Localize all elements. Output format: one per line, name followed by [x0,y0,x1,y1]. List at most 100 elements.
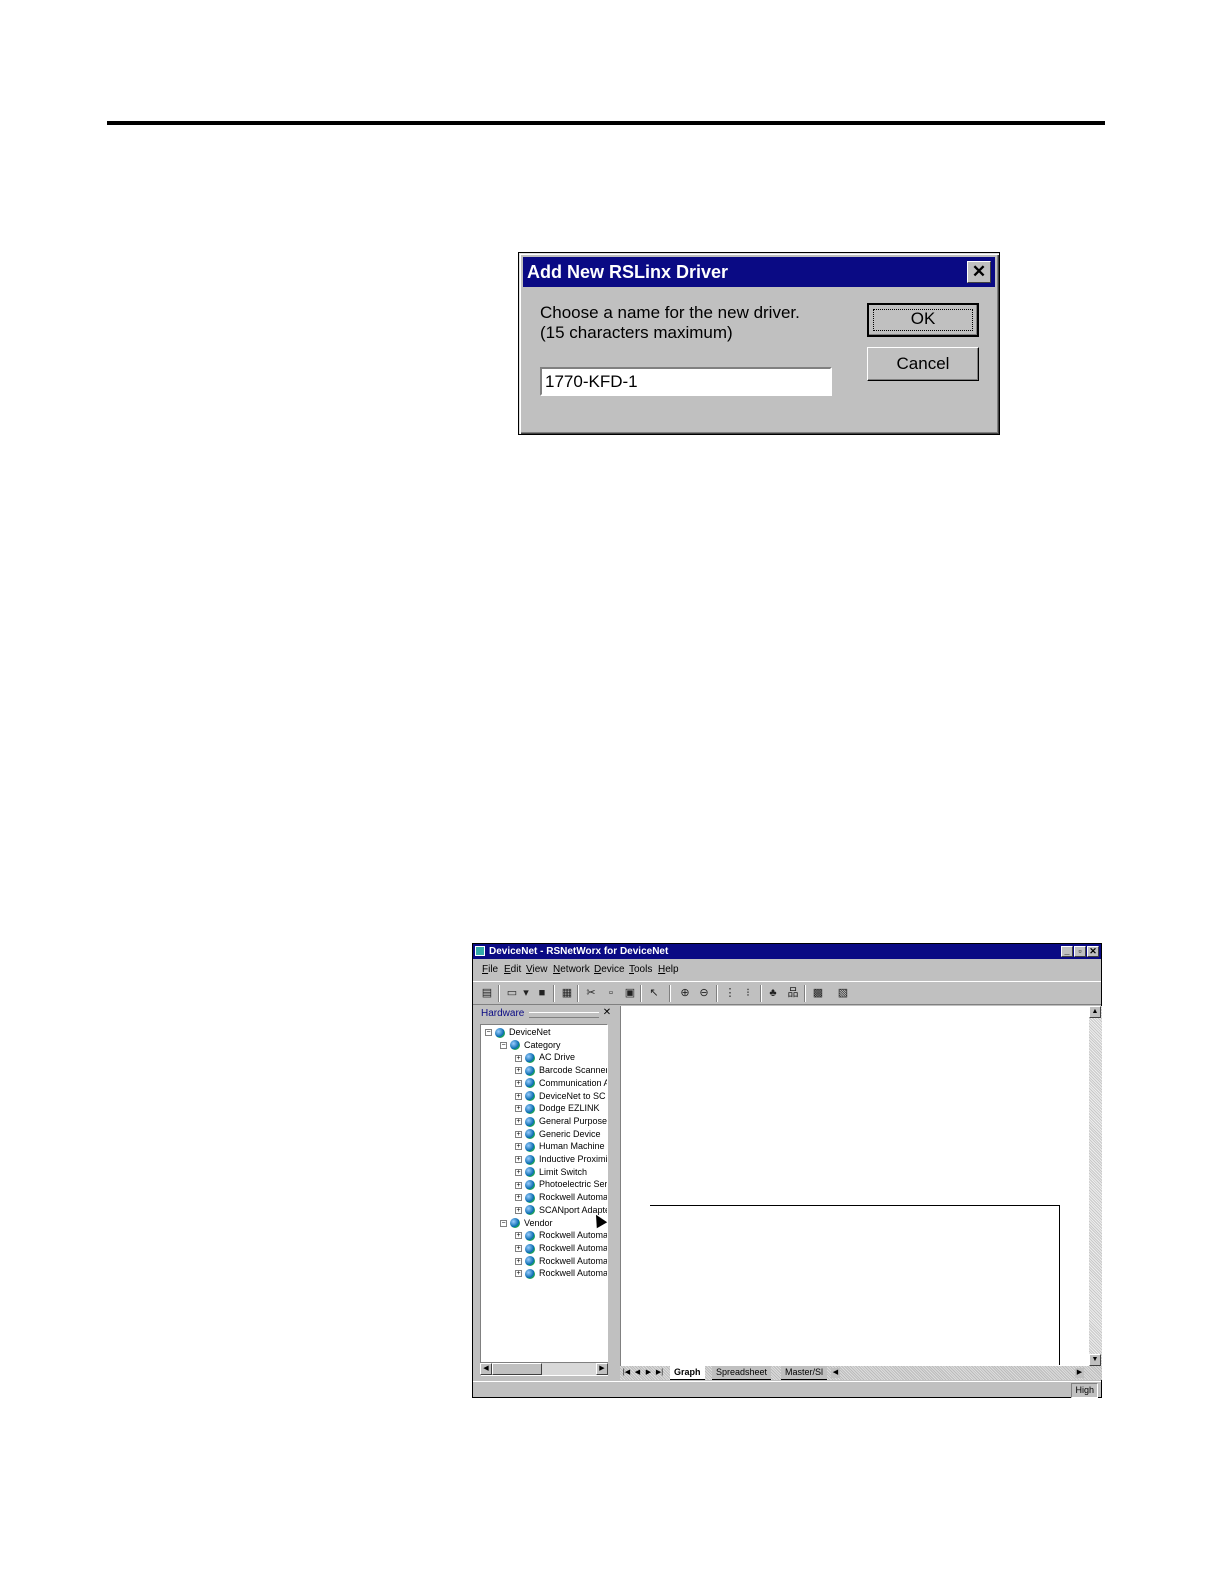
single-pass-browse-icon[interactable]: ⋮ [723,987,737,1000]
toolbar-separator [577,985,579,1002]
expand-icon[interactable]: + [515,1232,522,1240]
expand-icon[interactable]: + [515,1079,522,1087]
tree-item[interactable]: + Rockwell Automa [515,1267,607,1279]
scroll-thumb[interactable] [492,1363,542,1375]
tab-scroll-right-icon[interactable]: ▶ [1075,1368,1084,1378]
driver-name-input[interactable]: 1770-KFD-1 [540,367,832,396]
tab-master-slave[interactable]: Master/Sl [781,1366,828,1380]
minimize-icon[interactable]: _ [1061,946,1073,957]
expand-icon[interactable]: + [515,1092,522,1100]
zoom-out-icon[interactable]: ⊖ [697,987,711,1000]
zoom-in-icon[interactable]: ⊕ [678,987,692,1000]
close-pane-icon[interactable]: ✕ [602,1008,612,1018]
menu-file[interactable]: File [482,964,498,975]
menu-device[interactable]: Device [594,964,625,975]
tab-graph[interactable]: Graph [670,1366,705,1380]
network-icon[interactable]: 品 [786,987,800,1000]
expand-icon[interactable]: + [515,1245,522,1253]
expand-icon[interactable]: + [515,1130,522,1138]
menu-network[interactable]: Network [553,964,590,975]
network-graph-view[interactable]: ▲ ▼ [620,1006,1102,1366]
toolbar-separator [498,985,500,1002]
print-icon[interactable]: ▦ [560,987,574,1000]
expand-icon[interactable]: + [515,1270,522,1278]
menu-tools[interactable]: Tools [629,964,652,975]
expand-icon[interactable]: + [515,1067,522,1075]
expand-icon[interactable]: + [515,1054,522,1062]
restore-icon[interactable]: ▫ [1074,946,1086,957]
tab-spreadsheet[interactable]: Spreadsheet [712,1366,772,1380]
close-icon[interactable]: ✕ [1087,946,1099,957]
expand-icon[interactable]: + [515,1206,522,1214]
expand-icon[interactable]: + [515,1257,522,1265]
open-dropdown-icon[interactable]: ▾ [519,987,533,1000]
expand-icon[interactable]: + [515,1194,522,1202]
scroll-right-icon[interactable]: ▶ [596,1363,608,1375]
tree-item[interactable]: − DeviceNet [485,1026,551,1038]
ok-button[interactable]: OK [867,303,979,337]
expand-icon[interactable]: + [515,1181,522,1189]
cancel-button[interactable]: Cancel [867,347,979,381]
tree-item[interactable]: + Limit Switch [515,1166,587,1178]
copy-icon[interactable]: ▫ [604,987,618,1000]
whats-this-icon[interactable]: ↖ [647,987,661,1000]
prev-tab-icon[interactable]: ◀ [633,1368,642,1378]
expand-icon[interactable]: + [515,1156,522,1164]
tree-item[interactable]: − Vendor [500,1217,553,1229]
menu-bar: File Edit View Network Device Tools Help [473,961,1101,979]
new-icon[interactable]: ▤ [480,987,494,1000]
device-globe-icon [525,1180,535,1191]
continuous-browse-icon[interactable]: ⁝ [741,987,755,1000]
dialog-title: Add New RSLinx Driver [527,262,729,282]
scroll-left-icon[interactable]: ◀ [480,1363,492,1375]
tree-item[interactable]: + Photoelectric Ser [515,1178,607,1191]
tree-item[interactable]: + Rockwell Automa [515,1229,608,1241]
pane-grip[interactable] [529,1012,599,1018]
help-topics-icon[interactable]: ▧ [836,987,850,1000]
tree-item[interactable]: + Barcode Scanner [515,1064,607,1076]
collapse-icon[interactable]: − [500,1041,507,1049]
scroll-up-icon[interactable]: ▲ [1089,1006,1101,1018]
tree-item[interactable]: + SCANport Adapte [515,1204,607,1216]
online-icon[interactable]: ♣ [766,987,780,1000]
graph-vertical-scrollbar[interactable]: ▲ ▼ [1089,1006,1102,1366]
collapse-icon[interactable]: − [500,1219,507,1227]
tree-item[interactable]: − Category [500,1039,561,1051]
tree-item-label: Rockwell Automa [539,1230,608,1241]
tree-item-label: Generic Device [539,1128,601,1139]
first-tab-icon[interactable]: |◀ [622,1368,631,1378]
tree-item[interactable]: + General Purpose [515,1115,607,1127]
menu-view[interactable]: View [526,964,548,975]
tree-item[interactable]: + Dodge EZLINK [515,1102,600,1114]
expand-icon[interactable]: + [515,1118,522,1126]
next-tab-icon[interactable]: ▶ [644,1368,653,1378]
close-icon[interactable]: ✕ [967,261,991,283]
toolbar: ▤ ▭ ▾ ■ ▦ ✂ ▫ ▣ ↖ ⊕ ⊖ ⋮ ⁝ ♣ 品 ▩ ▧ [473,981,1101,1005]
tree-item[interactable]: + AC Drive [515,1051,575,1064]
cut-icon[interactable]: ✂ [584,987,598,1000]
menu-help[interactable]: Help [658,964,679,975]
collapse-icon[interactable]: − [485,1029,492,1037]
device-globe-icon [525,1078,535,1089]
tree-item[interactable]: + Rockwell Automa [515,1242,607,1254]
device-globe-icon [525,1243,535,1254]
tree-horizontal-scrollbar[interactable]: ◀ ▶ [480,1362,608,1375]
properties-icon[interactable]: ▩ [811,987,825,1000]
tree-item[interactable]: + DeviceNet to SC [515,1090,606,1102]
expand-icon[interactable]: + [515,1168,522,1176]
open-icon[interactable]: ▭ [505,987,519,1000]
tree-item[interactable]: + Communication A [515,1077,607,1089]
tree-item[interactable]: + Rockwell Automa [515,1255,607,1267]
tree-item[interactable]: + Generic Device [515,1128,601,1140]
expand-icon[interactable]: + [515,1143,522,1151]
tab-scroll-left-icon[interactable]: ◀ [831,1368,840,1378]
tree-item[interactable]: + Inductive Proximit [515,1153,607,1165]
menu-edit[interactable]: Edit [504,964,521,975]
scroll-down-icon[interactable]: ▼ [1089,1354,1101,1366]
save-icon[interactable]: ■ [535,987,549,1000]
last-tab-icon[interactable]: ▶| [655,1368,664,1378]
paste-icon[interactable]: ▣ [623,987,637,1000]
tree-item[interactable]: + Rockwell Automa [515,1191,607,1203]
tree-item[interactable]: + Human Machine [515,1140,605,1152]
expand-icon[interactable]: + [515,1105,522,1113]
